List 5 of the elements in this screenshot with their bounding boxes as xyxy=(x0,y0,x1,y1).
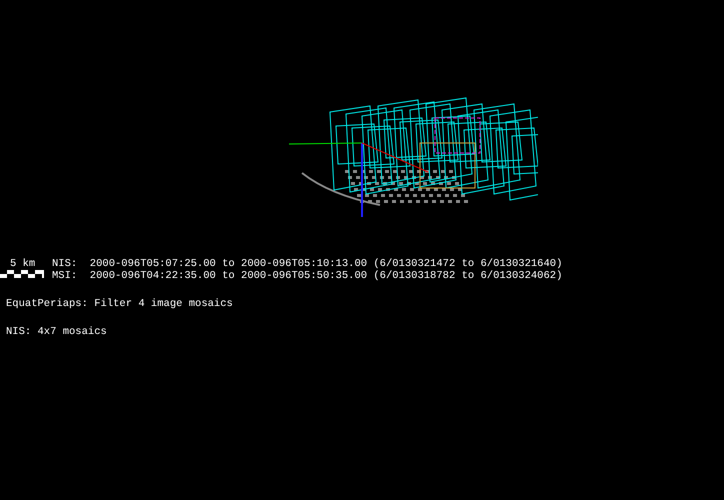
scale-bar-label: 5 km xyxy=(10,258,36,270)
mosaic-note: NIS: 4x7 mosaics xyxy=(6,326,108,338)
time-range-text: MSI: 2000-096T04:22:35.00 to 2000-096T05:50:35.00 (6/0130318782 to 6/0130324062) xyxy=(52,270,562,282)
time-range-text: NIS: 2000-096T05:07:25.00 to 2000-096T05:10:13.00 (6/0130321472 to 6/0130321640) xyxy=(52,258,562,270)
mosaic-title: EquatPeriaps: Filter 4 image mosaics xyxy=(6,298,234,310)
